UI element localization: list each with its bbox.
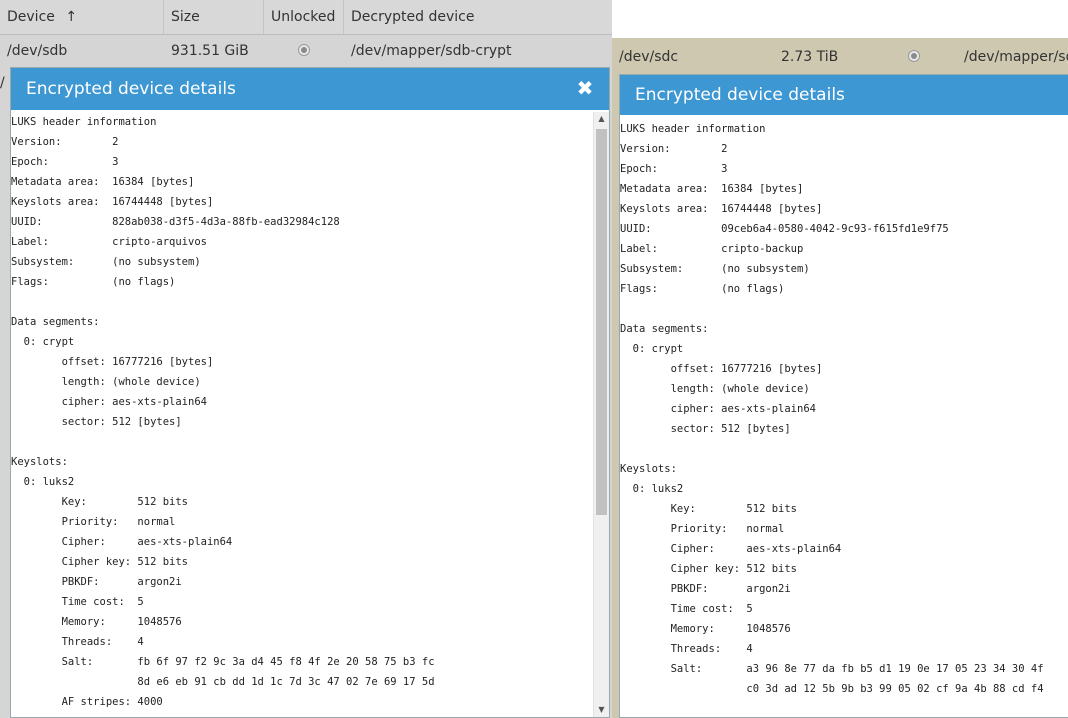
size-cell: 2.73 TiB: [781, 49, 839, 65]
detail-line: Keyslots:: [620, 463, 677, 475]
encrypted-device-dialog: Encrypted device details LUKS header inf…: [619, 74, 1068, 718]
column-header-device-label: Device: [7, 9, 55, 25]
detail-line: 0: luks2: [620, 483, 684, 495]
unlocked-radio[interactable]: [908, 50, 920, 62]
detail-line: Metadata area: 16384 [bytes]: [620, 183, 804, 195]
detail-line: Time cost: 5: [11, 596, 144, 608]
dialog-header: Encrypted device details: [620, 75, 1068, 115]
detail-line: c0 3d ad 12 5b 9b b3 99 05 02 cf 9a 4b 8…: [620, 683, 1044, 695]
column-header-unlocked[interactable]: Unlocked: [264, 0, 344, 34]
unlocked-radio[interactable]: [298, 44, 310, 56]
device-cell: /dev/sdc: [619, 49, 679, 65]
dialog-title: Encrypted device details: [26, 79, 236, 99]
detail-line: Threads: 4: [11, 636, 144, 648]
detail-line: sector: 512 [bytes]: [620, 423, 791, 435]
detail-line: Key: 512 bits: [620, 503, 798, 515]
luks-details-text: LUKS header information Version: 2 Epoch: …: [620, 119, 1068, 717]
detail-line: Data segments:: [620, 323, 709, 335]
detail-line: Time cost: 5: [620, 603, 753, 615]
dialog-header: Encrypted device details ✖: [11, 68, 609, 110]
detail-line: Flags: (no flags): [11, 276, 176, 288]
detail-line: Epoch: 3: [620, 163, 728, 175]
detail-line: Subsystem: (no subsystem): [620, 263, 810, 275]
detail-line: Keyslots:: [11, 456, 68, 468]
table-row[interactable]: /dev/sdb 931.51 GiB /dev/mapper/sdb-cryp…: [0, 35, 612, 67]
decrypted-device-cell: /dev/mapper/sdb-crypt: [351, 43, 512, 59]
detail-line: Cipher key: 512 bits: [11, 556, 189, 568]
vertical-scrollbar[interactable]: ▲ ▼: [593, 112, 609, 717]
detail-line: Subsystem: (no subsystem): [11, 256, 201, 268]
detail-line: Flags: (no flags): [620, 283, 785, 295]
sort-ascending-icon: ↑: [65, 9, 78, 25]
detail-line: length: (whole device): [11, 376, 201, 388]
detail-line: sector: 512 [bytes]: [11, 416, 182, 428]
detail-line: Version: 2: [11, 136, 119, 148]
table-row[interactable]: /dev/sdc 2.73 TiB /dev/mapper/sdc: [612, 41, 1068, 73]
detail-line: AF stripes: 4000: [11, 696, 163, 708]
detail-line: Threads: 4: [620, 643, 753, 655]
detail-line: Key: 512 bits: [11, 496, 189, 508]
column-header-device[interactable]: Device ↑: [0, 0, 164, 34]
detail-line: offset: 16777216 [bytes]: [620, 363, 823, 375]
detail-line: PBKDF: argon2i: [11, 576, 182, 588]
detail-line: Priority: normal: [620, 523, 785, 535]
scroll-up-icon[interactable]: ▲: [594, 112, 609, 126]
detail-line: 0: crypt: [11, 336, 75, 348]
decrypted-device-cell: /dev/mapper/sdc: [964, 49, 1068, 65]
detail-line: PBKDF: argon2i: [620, 583, 791, 595]
detail-line: Version: 2: [620, 143, 728, 155]
column-header-size[interactable]: Size: [164, 0, 264, 34]
dialog-title: Encrypted device details: [635, 85, 845, 105]
detail-line: cipher: aes-xts-plain64: [620, 403, 816, 415]
left-device-panel: Device ↑ Size Unlocked Decrypted device …: [0, 0, 612, 718]
detail-line: Memory: 1048576: [11, 616, 182, 628]
detail-line: LUKS header information: [11, 116, 157, 128]
detail-line: 0: crypt: [620, 343, 684, 355]
detail-line: Epoch: 3: [11, 156, 119, 168]
right-device-panel: /dev/sdc 2.73 TiB /dev/mapper/sdc Encryp…: [612, 38, 1068, 718]
detail-line: UUID: 09ceb6a4-0580-4042-9c93-f615fd1e9f…: [620, 223, 949, 235]
encrypted-device-dialog: Encrypted device details ✖ LUKS header i…: [10, 67, 610, 718]
detail-line: length: (whole device): [620, 383, 810, 395]
scroll-thumb[interactable]: [596, 129, 607, 515]
detail-line: Salt: a3 96 8e 77 da fb b5 d1 19 0e 17 0…: [620, 663, 1044, 675]
detail-line: cipher: aes-xts-plain64: [11, 396, 207, 408]
detail-line: LUKS header information: [620, 123, 766, 135]
scroll-down-icon[interactable]: ▼: [594, 703, 609, 717]
detail-line: 8d e6 eb 91 cb dd 1d 1c 7d 3c 47 02 7e 6…: [11, 676, 435, 688]
device-table-header: Device ↑ Size Unlocked Decrypted device: [0, 0, 612, 35]
detail-line: Data segments:: [11, 316, 100, 328]
column-header-decrypted[interactable]: Decrypted device: [344, 0, 612, 34]
detail-line: Metadata area: 16384 [bytes]: [11, 176, 195, 188]
size-cell: 931.51 GiB: [171, 43, 249, 59]
detail-line: Cipher: aes-xts-plain64: [11, 536, 233, 548]
detail-line: Keyslots area: 16744448 [bytes]: [11, 196, 214, 208]
close-icon[interactable]: ✖: [575, 78, 595, 98]
luks-details-text: LUKS header information Version: 2 Epoch: …: [11, 112, 609, 717]
detail-line: Cipher: aes-xts-plain64: [620, 543, 842, 555]
detail-line: Cipher key: 512 bits: [620, 563, 798, 575]
detail-line: Label: cripto-arquivos: [11, 236, 207, 248]
detail-line: Memory: 1048576: [620, 623, 791, 635]
detail-line: 0: luks2: [11, 476, 75, 488]
device-cell: /dev/sdb: [7, 43, 68, 59]
detail-line: Salt: fb 6f 97 f2 9c 3a d4 45 f8 4f 2e 2…: [11, 656, 435, 668]
detail-line: Priority: normal: [11, 516, 176, 528]
detail-line: Keyslots area: 16744448 [bytes]: [620, 203, 823, 215]
detail-line: Label: cripto-backup: [620, 243, 804, 255]
detail-line: UUID: 828ab038-d3f5-4d3a-88fb-ead32984c1…: [11, 216, 340, 228]
detail-line: offset: 16777216 [bytes]: [11, 356, 214, 368]
